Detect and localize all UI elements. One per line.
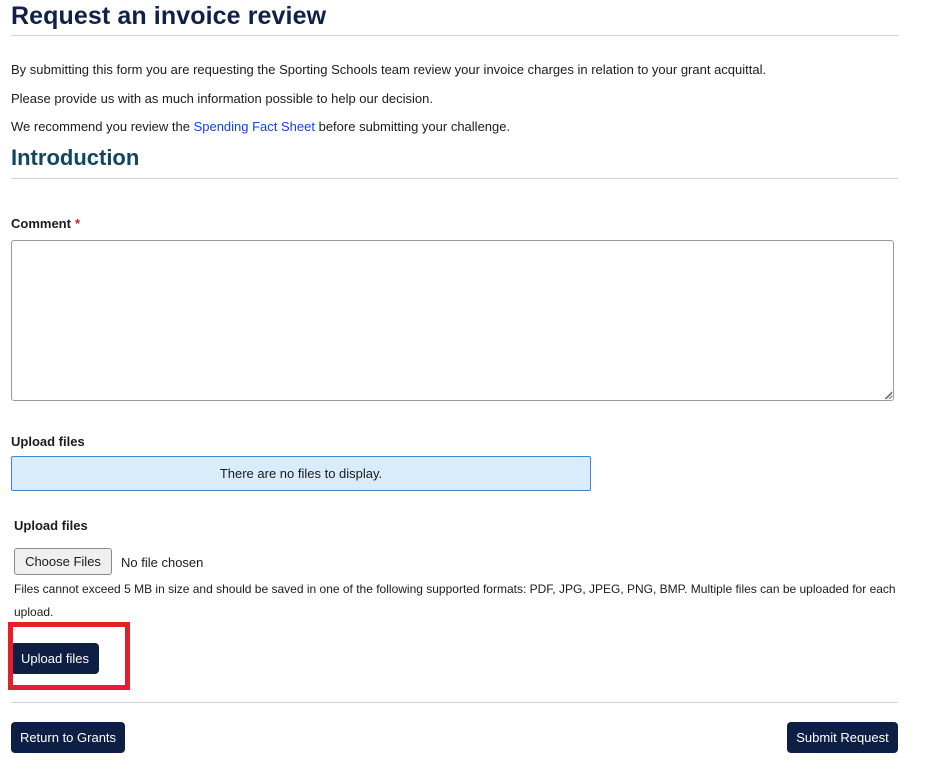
comment-textarea[interactable]	[11, 240, 894, 401]
section-divider	[11, 178, 898, 179]
intro-text-3-prefix: We recommend you review the	[11, 119, 194, 134]
comment-label: Comment *	[11, 216, 80, 231]
footer-divider	[11, 702, 898, 703]
intro-text-2: Please provide us with as much informati…	[11, 91, 434, 106]
upload-help-text: Files cannot exceed 5 MB in size and sho…	[14, 582, 896, 619]
highlight-annotation	[8, 622, 130, 690]
no-files-message: There are no files to display.	[11, 456, 591, 491]
title-divider	[11, 35, 898, 36]
spending-fact-sheet-link[interactable]: Spending Fact Sheet	[194, 119, 315, 134]
uploader-label: Upload files	[14, 518, 88, 533]
file-chosen-status: No file chosen	[121, 555, 204, 570]
page-title: Request an invoice review	[11, 2, 327, 30]
intro-text-3-suffix: before submitting your challenge.	[314, 119, 511, 134]
required-asterisk: *	[74, 216, 81, 231]
comment-label-text: Comment	[11, 216, 71, 231]
intro-text-1: By submitting this form you are requesti…	[11, 62, 767, 77]
section-title-introduction: Introduction	[11, 145, 140, 170]
attached-files-label: Upload files	[11, 434, 85, 449]
intro-text-3: We recommend you review the Spending Fac…	[11, 119, 510, 134]
choose-files-button[interactable]: Choose Files	[14, 548, 112, 575]
resize-grip-icon[interactable]	[885, 392, 893, 400]
return-to-grants-button[interactable]: Return to Grants	[11, 722, 125, 753]
submit-request-button[interactable]: Submit Request	[787, 722, 898, 753]
